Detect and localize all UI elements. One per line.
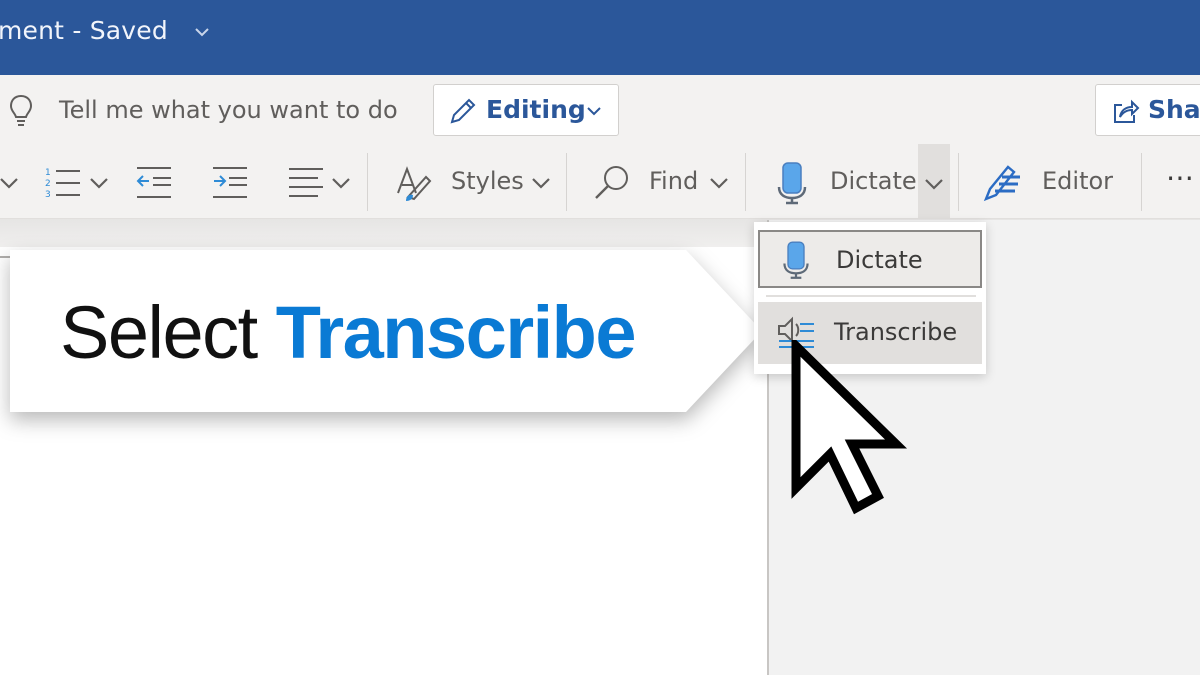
svg-text:3: 3 — [45, 190, 51, 200]
callout-text: Select Transcribe — [60, 296, 637, 370]
find-label: Find — [649, 167, 699, 195]
pencil-icon — [450, 98, 476, 124]
ribbon-separator — [745, 153, 746, 211]
styles-label: Styles — [451, 167, 524, 195]
dictate-dropdown-toggle[interactable] — [918, 144, 950, 220]
ribbon-separator — [958, 153, 959, 211]
menu-divider — [766, 295, 976, 297]
instruction-callout: Select Transcribe — [10, 250, 762, 412]
chevron-down-icon — [0, 178, 18, 189]
find-button[interactable]: Find — [592, 153, 736, 213]
share-label: Share — [1148, 95, 1200, 124]
decrease-indent-icon — [136, 167, 171, 198]
search-icon — [595, 166, 628, 199]
increase-indent-icon — [213, 167, 247, 198]
lightbulb-icon — [9, 94, 33, 126]
increase-indent-button[interactable] — [210, 153, 250, 213]
decrease-indent-button[interactable] — [134, 153, 174, 213]
mouse-cursor-icon — [791, 340, 908, 515]
align-left-icon — [289, 168, 323, 197]
chevron-down-icon — [532, 178, 550, 189]
styles-icon — [397, 166, 432, 201]
more-options-button[interactable]: ⋯ — [1162, 153, 1200, 213]
ribbon-separator — [566, 153, 567, 211]
chevron-down-icon — [90, 178, 108, 189]
title-bar: ment - Saved — [0, 0, 1200, 75]
callout-prefix: Select — [60, 291, 276, 374]
editing-mode-button[interactable]: Editing — [433, 84, 619, 136]
bullets-dropdown-button[interactable] — [0, 153, 24, 213]
search-input[interactable]: Tell me what you want to do — [59, 96, 398, 124]
styles-button[interactable]: Styles — [394, 153, 554, 213]
microphone-icon — [783, 241, 809, 279]
chevron-down-icon[interactable] — [192, 22, 212, 42]
chevron-down-icon — [587, 107, 601, 116]
chevron-down-icon — [925, 179, 943, 190]
align-button[interactable] — [286, 153, 356, 213]
share-button[interactable]: Share — [1095, 84, 1200, 136]
editor-button[interactable]: Editor — [982, 153, 1122, 213]
ribbon-separator — [367, 153, 368, 211]
dictate-button[interactable]: Dictate — [772, 153, 917, 213]
more-icon: ⋯ — [1166, 161, 1194, 194]
editor-icon — [983, 165, 1020, 202]
ribbon-separator — [1141, 153, 1142, 211]
numbering-button[interactable]: 1 2 3 — [42, 153, 114, 213]
chevron-down-icon — [710, 178, 728, 189]
svg-text:1: 1 — [45, 168, 51, 178]
menu-item-dictate[interactable]: Dictate — [758, 230, 982, 288]
callout-highlight: Transcribe — [275, 291, 637, 374]
dictate-label: Dictate — [830, 167, 917, 195]
document-title[interactable]: ment - Saved — [0, 16, 168, 45]
svg-text:2: 2 — [45, 179, 51, 189]
share-icon — [1114, 99, 1140, 123]
editing-mode-label: Editing — [486, 95, 586, 124]
chevron-down-icon — [332, 178, 350, 189]
numbered-list-icon: 1 2 3 — [45, 168, 80, 200]
menu-item-dictate-label: Dictate — [836, 246, 923, 274]
microphone-icon — [777, 162, 807, 205]
editor-label: Editor — [1042, 167, 1114, 195]
